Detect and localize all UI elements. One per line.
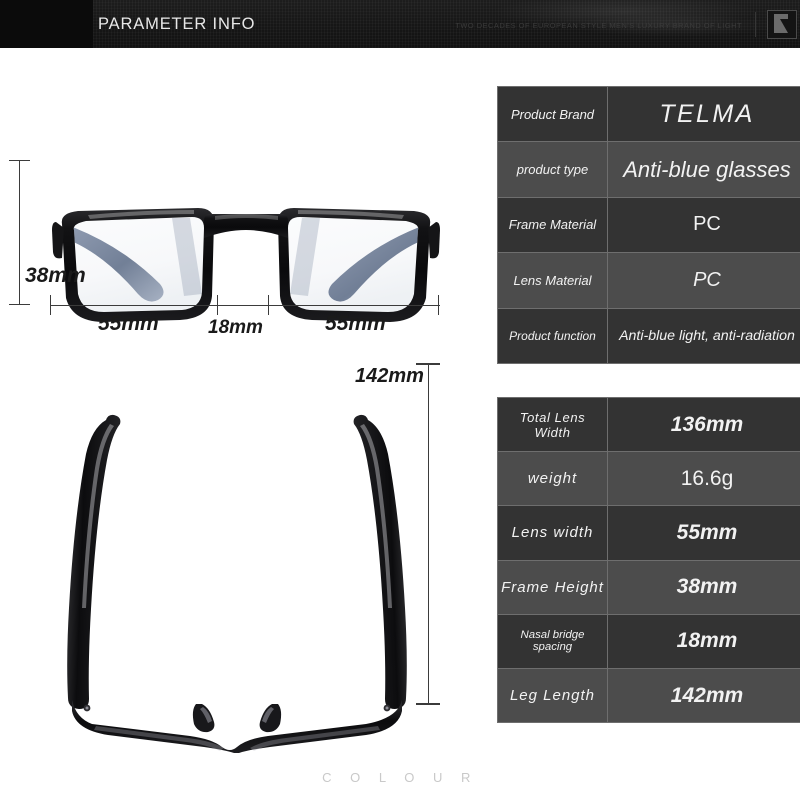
temple-length-tick-bottom [416, 703, 440, 705]
spec-value: 16.6g [607, 451, 800, 507]
frame-height-dimension-line [19, 160, 21, 305]
table-row: Product function Anti-blue light, anti-r… [497, 307, 800, 364]
lens-width-left-label: 55mm [98, 312, 159, 335]
width-tick-right [438, 295, 440, 315]
spec-value: 142mm [607, 667, 800, 724]
product-diagram-pane: 38mm 55mm 18mm 55mm 142mm [0, 48, 470, 753]
spec-value: PC [607, 252, 800, 309]
width-tick-left [50, 295, 52, 315]
lens-width-right-label: 55mm [325, 312, 386, 335]
table-row: Lens width 55mm [497, 505, 800, 561]
spec-value: TELMA [607, 85, 800, 143]
spec-key: Leg Length [497, 667, 608, 724]
spec-value: Anti-blue light, anti-radiation [607, 307, 800, 364]
brand-tagline: TWO DECADES OF EUROPEAN STYLE MEN'S LUXU… [455, 21, 742, 30]
spec-key: Total Lens Width [497, 396, 608, 453]
frame-height-tick-bottom [9, 304, 30, 306]
spec-value: 38mm [607, 559, 800, 615]
dimension-spec-table: Total Lens Width 136mm weight 16.6g Lens… [497, 396, 800, 724]
brand-mark-icon [767, 10, 797, 39]
eyeglasses-bottom-view-image [62, 408, 412, 753]
header-divider [755, 12, 756, 37]
temple-length-dimension-label: 142mm [355, 365, 424, 387]
spec-key: Nasal bridge spacing [497, 613, 608, 669]
table-row: Lens Material PC [497, 252, 800, 309]
spec-value: 136mm [607, 396, 800, 453]
table-row: Product Brand TELMA [497, 85, 800, 143]
table-row: Total Lens Width 136mm [497, 396, 800, 453]
spec-value: Anti-blue glasses [607, 141, 800, 198]
table-row: Nasal bridge spacing 18mm [497, 613, 800, 669]
temple-length-dimension-line [428, 363, 430, 705]
spec-key: Frame Height [497, 559, 608, 615]
table-row: weight 16.6g [497, 451, 800, 507]
table-row: product type Anti-blue glasses [497, 141, 800, 198]
page-title: PARAMETER INFO [98, 15, 256, 33]
spec-value: 18mm [607, 613, 800, 669]
table-row: Leg Length 142mm [497, 667, 800, 724]
table-row: Frame Material PC [497, 196, 800, 254]
spec-value: PC [607, 196, 800, 254]
bridge-width-label: 18mm [208, 317, 263, 338]
frame-height-tick-top [9, 160, 30, 162]
spec-key: weight [497, 451, 608, 507]
colour-section-label: C O L O U R [322, 770, 478, 785]
frame-height-dimension-label: 38mm [25, 264, 86, 287]
page-header: PARAMETER INFO TWO DECADES OF EUROPEAN S… [0, 0, 800, 48]
spec-key: Lens width [497, 505, 608, 561]
table-row: Frame Height 38mm [497, 559, 800, 615]
spec-value: 55mm [607, 505, 800, 561]
spec-key: Frame Material [497, 196, 608, 254]
spec-key: product type [497, 141, 608, 198]
product-parameter-page: PARAMETER INFO TWO DECADES OF EUROPEAN S… [0, 0, 800, 800]
width-tick-bridge-right [268, 295, 270, 315]
spec-key: Product function [497, 307, 608, 364]
spec-key: Product Brand [497, 85, 608, 143]
width-dimension-line [50, 305, 440, 307]
product-spec-table: Product Brand TELMA product type Anti-bl… [497, 85, 800, 364]
spec-key: Lens Material [497, 252, 608, 309]
width-tick-bridge-left [217, 295, 219, 315]
